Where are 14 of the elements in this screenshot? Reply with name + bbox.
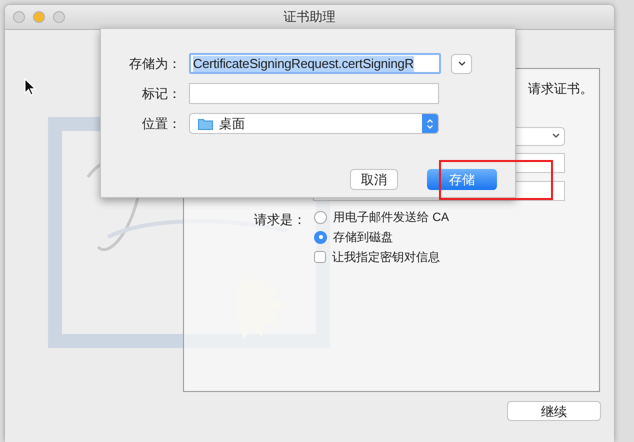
location-popup[interactable]: 桌面 [189, 113, 439, 134]
filename-field[interactable]: CertificateSigningRequest.certSigningR [189, 53, 441, 74]
option-label: 让我指定密钥对信息 [332, 249, 440, 266]
option-label: 用电子邮件发送给 CA [333, 209, 450, 226]
window-title: 证书助理 [284, 8, 336, 26]
save-as-label: 存储为： [128, 54, 181, 73]
option-label: 存储到磁盘 [333, 229, 393, 246]
location-label: 位置： [141, 114, 181, 133]
intro-text: 请求证书。 [528, 80, 593, 98]
continue-button[interactable]: 继续 [507, 401, 601, 421]
request-label: 请求是： [253, 210, 306, 228]
filename-text: CertificateSigningRequest.certSigningR [193, 56, 414, 72]
cancel-button[interactable]: 取消 [350, 169, 398, 190]
tags-label: 标记： [141, 84, 181, 103]
